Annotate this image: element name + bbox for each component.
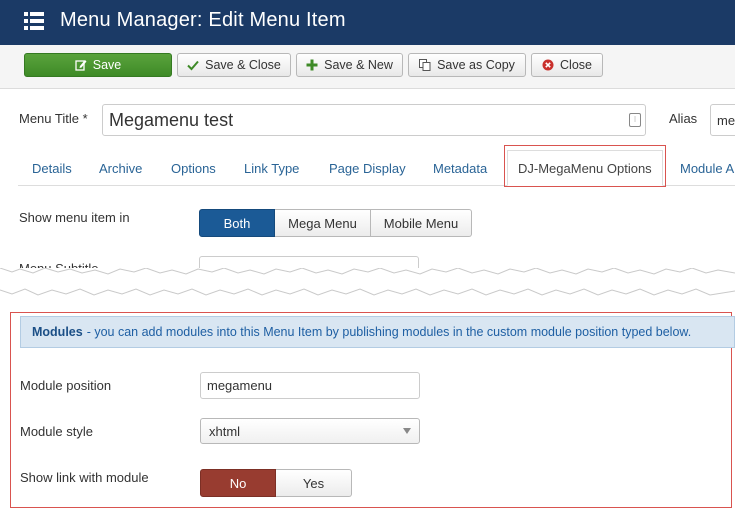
edit-icon [75, 60, 87, 71]
tab-archive[interactable]: Archive [99, 150, 142, 186]
modules-info-box: Modules - you can add modules into this … [20, 316, 735, 348]
show-in-label: Show menu item in [19, 210, 130, 225]
close-label: Close [560, 58, 592, 72]
save-copy-label: Save as Copy [437, 58, 515, 72]
save-new-label: Save & New [324, 58, 393, 72]
toolbar: Save Save & Close Save & New Save as Cop… [0, 45, 735, 89]
module-style-select[interactable]: xhtml [200, 418, 420, 444]
check-icon [187, 60, 199, 71]
tab-options[interactable]: Options [171, 150, 216, 186]
save-new-button[interactable]: Save & New [296, 53, 403, 77]
tab-link-type[interactable]: Link Type [244, 150, 299, 186]
close-icon [542, 59, 554, 71]
modules-info-title: Modules [32, 325, 83, 339]
tab-module-assignment[interactable]: Module A [680, 150, 734, 186]
save-close-button[interactable]: Save & Close [177, 53, 291, 77]
close-button[interactable]: Close [531, 53, 603, 77]
copy-icon [419, 59, 431, 71]
menu-title-input[interactable]: Megamenu test ⁝ [102, 104, 646, 136]
menu-title-value: Megamenu test [109, 109, 234, 130]
show-link-no-option[interactable]: No [200, 469, 276, 497]
module-style-value: xhtml [209, 423, 241, 439]
module-position-input[interactable]: megamenu [200, 372, 420, 399]
alias-value: me [717, 112, 735, 128]
alias-label: Alias [669, 111, 698, 126]
modules-info-text: - you can add modules into this Menu Ite… [86, 325, 692, 339]
module-style-label: Module style [20, 424, 93, 439]
save-label: Save [92, 58, 122, 72]
page-header: Menu Manager: Edit Menu Item [0, 0, 735, 45]
module-position-value: megamenu [207, 378, 273, 393]
show-in-both-option[interactable]: Both [199, 209, 275, 237]
show-link-label: Show link with module [20, 470, 149, 485]
tab-highlight-box [504, 145, 666, 187]
tab-metadata[interactable]: Metadata [433, 150, 487, 186]
save-copy-button[interactable]: Save as Copy [408, 53, 526, 77]
page-title: Menu Manager: Edit Menu Item [60, 9, 346, 31]
alias-input[interactable]: me [710, 104, 735, 136]
save-button[interactable]: Save [24, 53, 172, 77]
module-position-label: Module position [20, 378, 112, 393]
tab-page-display[interactable]: Page Display [329, 150, 406, 186]
translate-icon: ⁝ [629, 113, 641, 127]
tab-details[interactable]: Details [32, 150, 72, 186]
show-link-toggle: No Yes [200, 469, 352, 497]
save-close-label: Save & Close [205, 58, 281, 72]
show-in-mobile-menu-option[interactable]: Mobile Menu [371, 209, 472, 237]
chevron-down-icon [403, 428, 411, 434]
menu-title-label: Menu Title * [19, 111, 88, 126]
show-in-mega-menu-option[interactable]: Mega Menu [275, 209, 371, 237]
plus-icon [306, 59, 318, 71]
show-link-yes-option[interactable]: Yes [276, 469, 352, 497]
list-icon [24, 12, 44, 30]
show-in-toggle: Both Mega Menu Mobile Menu [199, 209, 472, 237]
torn-edge-divider [0, 268, 735, 298]
